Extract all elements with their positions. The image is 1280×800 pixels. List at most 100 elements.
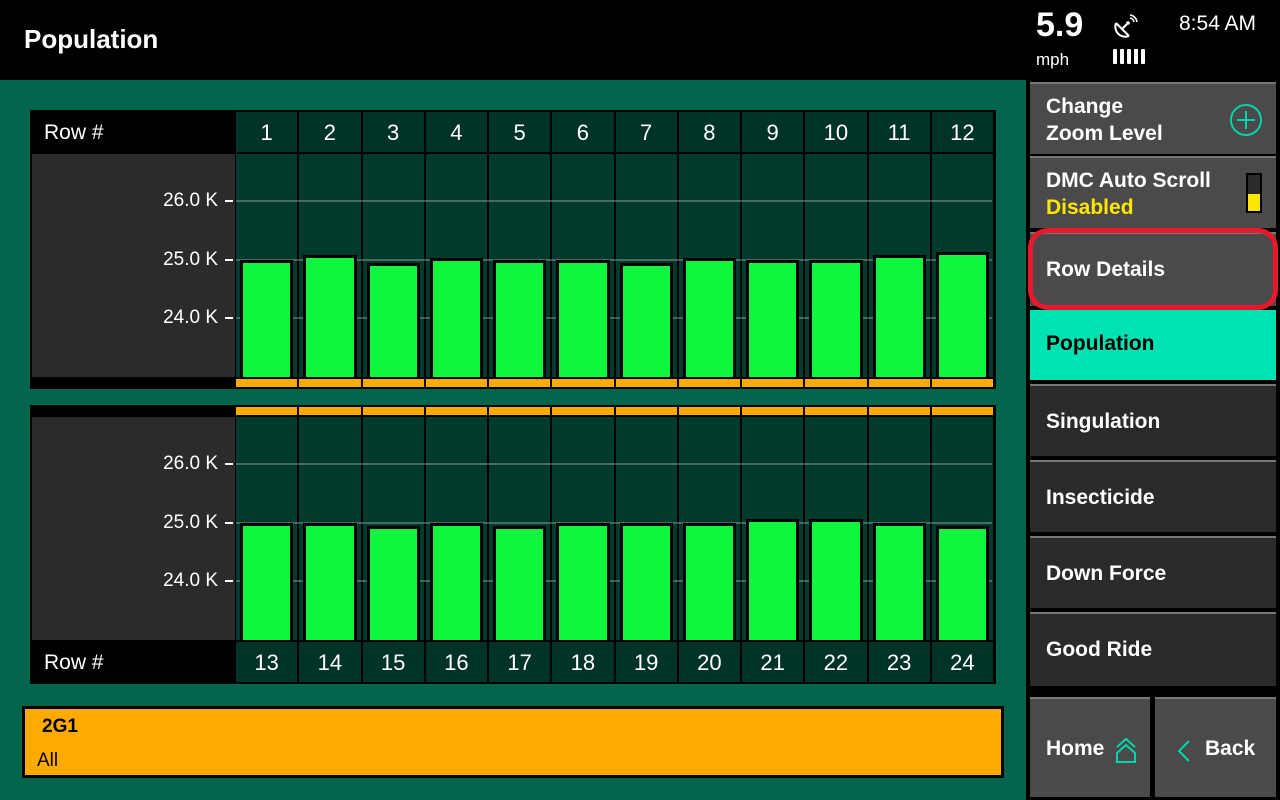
back-button[interactable]: Back	[1155, 697, 1276, 797]
back-label: Back	[1205, 737, 1256, 760]
population-bar[interactable]	[240, 522, 294, 640]
plus-circle-icon	[1230, 104, 1262, 136]
row-number[interactable]: 13	[236, 642, 298, 682]
y-tick-label: 25.0 K	[163, 511, 218, 533]
speed-unit: mph	[1036, 50, 1070, 69]
sidebar-item-label: Insecticide	[1046, 486, 1155, 509]
row-number[interactable]: 4	[425, 112, 487, 152]
population-bar[interactable]	[809, 519, 863, 640]
population-bar[interactable]	[619, 262, 673, 377]
sidebar-item-label: Population	[1046, 332, 1155, 355]
row-status-indicator	[742, 407, 804, 415]
top-bar: Population 5.9 mph 8:54 AM	[0, 0, 1280, 80]
row-number[interactable]: 11	[868, 112, 930, 152]
population-bar[interactable]	[809, 259, 863, 377]
row-number[interactable]: 2	[299, 112, 361, 152]
population-bar[interactable]	[303, 254, 357, 377]
row-details-label: Row Details	[1046, 258, 1166, 281]
section-selector[interactable]: 2G1 All	[22, 706, 1004, 778]
row-status-indicator	[931, 379, 993, 387]
auto-scroll-label: DMC Auto Scroll	[1046, 169, 1211, 192]
dmc-auto-scroll-button[interactable]: DMC Auto Scroll Disabled	[1030, 156, 1276, 228]
population-bar[interactable]	[366, 262, 420, 377]
population-bar[interactable]	[556, 259, 610, 377]
y-tick-mark	[225, 521, 233, 524]
row-number[interactable]: 12	[931, 112, 993, 152]
row-status-indicator	[868, 379, 930, 387]
sidebar-item-insecticide[interactable]: Insecticide	[1030, 460, 1276, 532]
row-status-indicator	[489, 379, 551, 387]
row-details-button[interactable]: Row Details	[1030, 232, 1276, 306]
home-label: Home	[1046, 737, 1105, 760]
population-bar[interactable]	[556, 522, 610, 640]
row-number[interactable]: 23	[868, 642, 930, 682]
row-status-indicator	[552, 379, 614, 387]
row-number[interactable]: 8	[678, 112, 740, 152]
population-bar[interactable]	[872, 522, 926, 640]
row-number[interactable]: 18	[552, 642, 614, 682]
sidebar-item-down-force[interactable]: Down Force	[1030, 536, 1276, 608]
population-bar[interactable]	[493, 259, 547, 377]
y-tick-mark	[225, 462, 233, 465]
row-status-indicator	[425, 407, 487, 415]
section-subtitle: All	[37, 750, 59, 771]
change-zoom-line1: Change	[1046, 95, 1124, 118]
population-bar[interactable]	[493, 525, 547, 640]
y-tick-label: 25.0 K	[163, 248, 218, 270]
population-bar[interactable]	[746, 519, 800, 640]
sidebar: Change Zoom Level DMC Auto Scroll Disabl…	[1026, 80, 1280, 800]
row-number[interactable]: 5	[489, 112, 551, 152]
row-number[interactable]: 15	[362, 642, 424, 682]
population-bar[interactable]	[872, 254, 926, 377]
row-status-indicator	[678, 407, 740, 415]
population-bar[interactable]	[682, 257, 736, 377]
home-icon	[1116, 737, 1136, 763]
row-status-indicator	[805, 379, 867, 387]
population-bar[interactable]	[935, 525, 989, 640]
population-bar[interactable]	[429, 257, 483, 377]
home-button[interactable]: Home	[1030, 697, 1150, 797]
sidebar-item-singulation[interactable]: Singulation	[1030, 384, 1276, 456]
y-tick-mark	[225, 199, 233, 202]
clock: 8:54 AM	[1179, 12, 1257, 35]
row-status-indicator	[362, 407, 424, 415]
row-number[interactable]: 21	[742, 642, 804, 682]
y-tick-label: 26.0 K	[163, 189, 218, 211]
y-tick-mark	[225, 258, 233, 261]
toggle-switch[interactable]	[1246, 173, 1262, 213]
population-bar[interactable]	[619, 522, 673, 640]
row-number[interactable]: 14	[299, 642, 361, 682]
row-number[interactable]: 20	[678, 642, 740, 682]
population-bar[interactable]	[366, 525, 420, 640]
row-status-indicator	[615, 379, 677, 387]
row-number[interactable]: 17	[489, 642, 551, 682]
change-zoom-level-button[interactable]: Change Zoom Level	[1030, 82, 1276, 154]
row-number[interactable]: 9	[742, 112, 804, 152]
row-status-indicator	[299, 379, 361, 387]
population-bar[interactable]	[935, 252, 989, 377]
population-bar[interactable]	[429, 522, 483, 640]
row-number[interactable]: 7	[615, 112, 677, 152]
row-number[interactable]: 10	[805, 112, 867, 152]
row-number[interactable]: 22	[805, 642, 867, 682]
population-bar[interactable]	[682, 522, 736, 640]
row-number[interactable]: 3	[362, 112, 424, 152]
sidebar-item-population[interactable]: Population	[1030, 310, 1276, 380]
row-number[interactable]: 1	[236, 112, 298, 152]
row-number[interactable]: 6	[552, 112, 614, 152]
population-bar[interactable]	[240, 259, 294, 377]
chevron-left-icon	[1177, 740, 1190, 762]
row-status-indicator	[299, 407, 361, 415]
sidebar-item-good-ride[interactable]: Good Ride	[1030, 612, 1276, 686]
row-status-indicator	[236, 407, 298, 415]
row-number[interactable]: 19	[615, 642, 677, 682]
population-chart-rows-1-12: Row #1 2 3 4 5 6 7 8 9 10 11 12 26.0 K 25.0 K 24.0 K	[30, 110, 996, 389]
page-title: Population	[24, 24, 159, 54]
row-status-indicator	[489, 407, 551, 415]
population-bar[interactable]	[303, 522, 357, 640]
population-bar[interactable]	[746, 259, 800, 377]
row-number[interactable]: 16	[425, 642, 487, 682]
row-number[interactable]: 24	[931, 642, 993, 682]
auto-scroll-state: Disabled	[1046, 196, 1134, 219]
row-status-indicator	[931, 407, 993, 415]
